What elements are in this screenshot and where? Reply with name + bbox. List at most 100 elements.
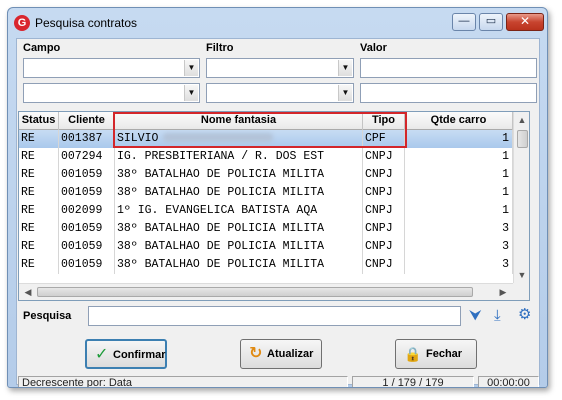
cell-tipo-text: CNPJ bbox=[365, 258, 393, 271]
cell-cliente-text: 001387 bbox=[61, 132, 103, 145]
search-input[interactable] bbox=[88, 306, 461, 326]
cell-qtde-text: 1 bbox=[502, 168, 509, 181]
chevron-down-icon[interactable]: ▼ bbox=[184, 85, 198, 101]
cell-cliente-text: 001059 bbox=[61, 168, 103, 181]
cell-qtde: 1 bbox=[405, 148, 513, 166]
filtro-select-1[interactable]: ▼ bbox=[206, 58, 354, 78]
cell-qtde: 3 bbox=[405, 238, 513, 256]
horizontal-scroll-thumb[interactable] bbox=[37, 287, 473, 297]
confirm-button[interactable]: ✓ Confirmar bbox=[85, 339, 167, 369]
cell-nome-text: IG. PRESBITERIANA / R. DOS EST bbox=[117, 150, 325, 163]
table-row[interactable]: RE 001387 SILVIO CPF 1 bbox=[19, 130, 513, 148]
cell-tipo-text: CNPJ bbox=[365, 168, 393, 181]
cell-status: RE bbox=[19, 148, 59, 166]
chevron-down-icon[interactable]: ▼ bbox=[338, 60, 352, 76]
cell-qtde: 3 bbox=[405, 256, 513, 274]
collapse-down-icon[interactable]: ⤓ bbox=[494, 308, 501, 324]
cell-status-text: RE bbox=[21, 150, 35, 163]
campo-label: Campo bbox=[23, 42, 61, 54]
cell-status: RE bbox=[19, 256, 59, 274]
cell-cliente-text: 001059 bbox=[61, 186, 103, 199]
cell-cliente: 007294 bbox=[59, 148, 115, 166]
table-row[interactable]: RE 001059 38º BATALHAO DE POLICIA MILITA CN… bbox=[19, 238, 513, 256]
cell-status: RE bbox=[19, 238, 59, 256]
scroll-right-icon[interactable]: ▶ bbox=[495, 284, 511, 300]
cell-cliente: 001059 bbox=[59, 184, 115, 202]
horizontal-scrollbar[interactable]: ◀ ▶ bbox=[19, 283, 513, 300]
table-row[interactable]: RE 001059 38º BATALHAO DE POLICIA MILITA CN… bbox=[19, 166, 513, 184]
column-header-qtde-carro[interactable]: Qtde carro bbox=[405, 112, 513, 130]
column-header-cliente[interactable]: Cliente bbox=[59, 112, 115, 130]
cell-status: RE bbox=[19, 202, 59, 220]
cell-tipo-text: CNPJ bbox=[365, 150, 393, 163]
checkmark-icon: ✓ bbox=[95, 346, 109, 363]
vertical-scrollbar[interactable]: ▲ ▼ bbox=[513, 112, 529, 283]
cell-cliente-text: 001059 bbox=[61, 240, 103, 253]
table-row[interactable]: RE 001059 38º BATALHAO DE POLICIA MILITA CN… bbox=[19, 184, 513, 202]
cell-nome: 38º BATALHAO DE POLICIA MILITA bbox=[115, 220, 363, 238]
chevron-down-icon[interactable]: ▼ bbox=[184, 60, 198, 76]
cell-nome: 1º IG. EVANGELICA BATISTA AQA bbox=[115, 202, 363, 220]
cell-status-text: RE bbox=[21, 240, 35, 253]
column-header-tipo[interactable]: Tipo bbox=[363, 112, 405, 130]
scroll-left-icon[interactable]: ◀ bbox=[20, 284, 36, 300]
valor-input-2[interactable] bbox=[360, 83, 537, 103]
column-header-nome-fantasia[interactable]: Nome fantasia bbox=[115, 112, 363, 130]
cell-nome: 38º BATALHAO DE POLICIA MILITA bbox=[115, 238, 363, 256]
cell-qtde-text: 3 bbox=[502, 222, 509, 235]
cell-status-text: RE bbox=[21, 168, 35, 181]
table-row[interactable]: RE 007294 IG. PRESBITERIANA / R. DOS EST CN… bbox=[19, 148, 513, 166]
cell-cliente-text: 001059 bbox=[61, 222, 103, 235]
cell-status: RE bbox=[19, 220, 59, 238]
refresh-button[interactable]: ↻ Atualizar bbox=[240, 339, 322, 369]
cell-tipo: CNPJ bbox=[363, 238, 405, 256]
close-button[interactable]: 🔒 Fechar bbox=[395, 339, 477, 369]
cell-qtde: 1 bbox=[405, 184, 513, 202]
status-bar: Decrescente por: Data 1 / 179 / 179 00:0… bbox=[17, 375, 541, 387]
cell-qtde-text: 1 bbox=[502, 132, 509, 145]
cell-tipo: CNPJ bbox=[363, 184, 405, 202]
filtro-select-2[interactable]: ▼ bbox=[206, 83, 354, 103]
chevron-down-icon[interactable]: ▼ bbox=[338, 85, 352, 101]
close-window-button[interactable]: ✕ bbox=[506, 13, 544, 31]
cell-qtde: 1 bbox=[405, 130, 513, 148]
cell-cliente-text: 002099 bbox=[61, 204, 103, 217]
contracts-grid[interactable]: Status Cliente Nome fantasia Tipo Qtde c… bbox=[18, 111, 530, 301]
title-bar[interactable]: G Pesquisa contratos — ▭ ✕ bbox=[8, 8, 547, 38]
cell-cliente: 001387 bbox=[59, 130, 115, 148]
campo-select-2[interactable]: ▼ bbox=[23, 83, 200, 103]
app-logo-icon: G bbox=[14, 15, 30, 31]
cell-qtde: 1 bbox=[405, 166, 513, 184]
cell-status-text: RE bbox=[21, 258, 35, 271]
table-row[interactable]: RE 001059 38º BATALHAO DE POLICIA MILITA CN… bbox=[19, 220, 513, 238]
campo-select-1[interactable]: ▼ bbox=[23, 58, 200, 78]
cell-nome: SILVIO bbox=[115, 130, 363, 148]
cell-qtde: 1 bbox=[405, 202, 513, 220]
cell-cliente: 001059 bbox=[59, 166, 115, 184]
expand-down-icon[interactable]: ⮟ bbox=[469, 308, 482, 324]
window-client-area: Campo Filtro Valor ▼ ▼ ▼ ▼ Status Client… bbox=[16, 38, 541, 387]
redacted-text bbox=[163, 133, 274, 143]
cell-nome-text: 38º BATALHAO DE POLICIA MILITA bbox=[117, 168, 325, 181]
scroll-down-icon[interactable]: ▼ bbox=[514, 267, 529, 283]
column-header-status[interactable]: Status bbox=[19, 112, 59, 130]
table-row[interactable]: RE 001059 38º BATALHAO DE POLICIA MILITA CN… bbox=[19, 256, 513, 274]
filtro-label: Filtro bbox=[206, 42, 234, 54]
cell-qtde-text: 1 bbox=[502, 150, 509, 163]
minimize-button[interactable]: — bbox=[452, 13, 476, 31]
settings-gear-icon[interactable]: ⚙ bbox=[518, 307, 531, 323]
table-row[interactable]: RE 002099 1º IG. EVANGELICA BATISTA AQA CN… bbox=[19, 202, 513, 220]
cell-status: RE bbox=[19, 130, 59, 148]
cell-tipo: CNPJ bbox=[363, 220, 405, 238]
valor-input-1[interactable] bbox=[360, 58, 537, 78]
cell-cliente: 001059 bbox=[59, 220, 115, 238]
scroll-up-icon[interactable]: ▲ bbox=[514, 112, 529, 128]
cell-cliente-text: 007294 bbox=[61, 150, 103, 163]
cell-status: RE bbox=[19, 166, 59, 184]
search-label: Pesquisa bbox=[23, 310, 72, 322]
vertical-scroll-thumb[interactable] bbox=[517, 130, 528, 148]
cell-qtde-text: 3 bbox=[502, 258, 509, 271]
maximize-button[interactable]: ▭ bbox=[479, 13, 503, 31]
cell-nome-text: 1º IG. EVANGELICA BATISTA AQA bbox=[117, 204, 318, 217]
cell-qtde-text: 3 bbox=[502, 240, 509, 253]
